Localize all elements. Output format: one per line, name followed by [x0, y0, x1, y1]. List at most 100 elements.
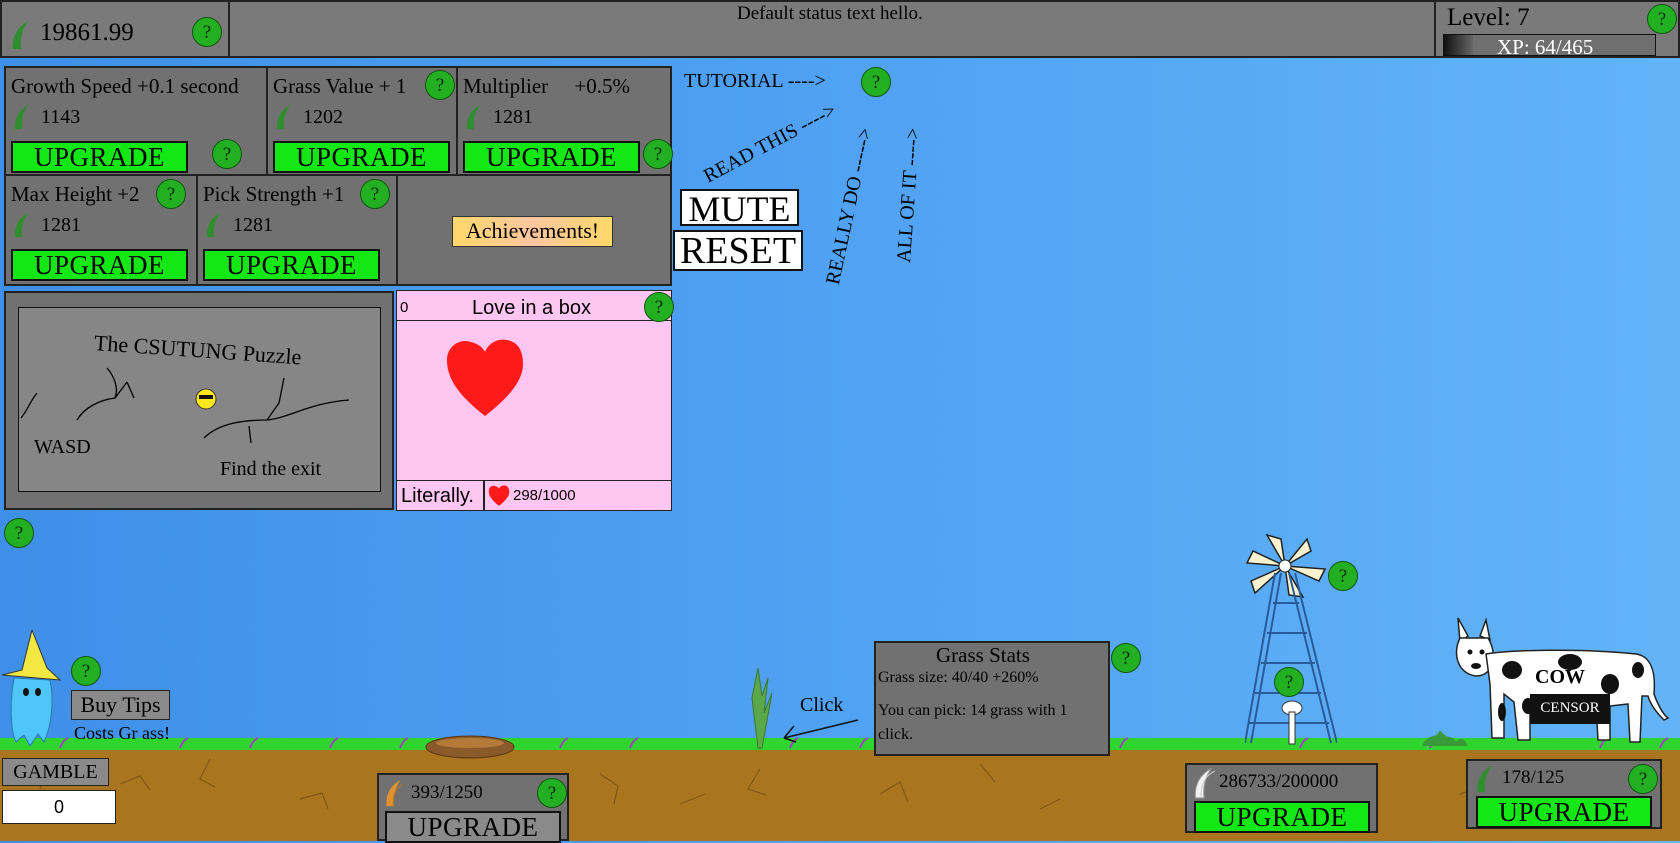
puzzle-controls: WASD [34, 436, 91, 458]
censor-bar: CENSOR [1530, 694, 1610, 724]
level-label: Level: 7 [1447, 4, 1530, 31]
love-divider [483, 481, 485, 510]
upgrade-multiplier: Multiplier +0.5% 1281 UPGRADE ? [458, 68, 673, 176]
help-button-love[interactable]: ? [644, 292, 674, 322]
mute-button[interactable]: MUTE [680, 189, 799, 227]
achievements-button[interactable]: Achievements! [452, 216, 613, 247]
love-count: 0 [400, 299, 409, 316]
tutorial-read-this: READ THIS ----> [700, 99, 840, 188]
upgrade-pick-strength-title: Pick Strength +1 [203, 182, 345, 206]
ground-cracks [29, 758, 1627, 810]
gamble-button[interactable]: GAMBLE [2, 758, 109, 786]
love-title: Love in a box [472, 297, 591, 319]
grass-leaf-icon [1477, 765, 1492, 793]
shop-right-upgrade-button[interactable]: UPGRADE [1476, 796, 1652, 828]
help-button-windmill[interactable]: ? [1328, 561, 1358, 591]
upgrade-pick-strength-cost: 1281 [233, 214, 273, 236]
grass-leaf-icon [466, 104, 481, 130]
upgrade-multiplier-title: Multiplier +0.5% [463, 74, 630, 98]
reset-button[interactable]: RESET [673, 230, 803, 271]
upgrade-growth-cost: 1143 [41, 106, 81, 128]
help-button-growth[interactable]: ? [212, 139, 242, 169]
level-panel: Level: 7 ? XP: 64/465 [1434, 0, 1680, 59]
love-header: 0 Love in a box [397, 291, 671, 321]
player-face-icon [195, 388, 217, 410]
upgrade-grid: Growth Speed +0.1 second 1143 UPGRADE ? … [4, 66, 673, 286]
xp-bar-fill [1444, 35, 1474, 55]
grass-stats-pick: You can pick: 14 grass with 1 click. [878, 702, 1068, 743]
shop-mid-progress: 286733/200000 [1219, 771, 1339, 792]
upgrade-grass-value: Grass Value + 1 ? 1202 UPGRADE [268, 68, 458, 176]
xp-label: XP: 64/465 [1497, 35, 1594, 59]
upgrade-max-height-button[interactable]: UPGRADE [11, 249, 188, 281]
xp-bar: XP: 64/465 [1443, 34, 1656, 59]
shop-mid-upgrade-button[interactable]: UPGRADE [1194, 801, 1370, 833]
click-arrow [783, 719, 859, 743]
upgrade-growth-title: Growth Speed +0.1 second [11, 74, 239, 98]
puzzle-panel: The CSUTUNG Puzzle WASD Find the exit [4, 291, 394, 510]
shop-left-upgrade-button[interactable]: UPGRADE [385, 811, 561, 843]
mud-puddle-icon [425, 735, 515, 759]
mushroom-icon[interactable] [1280, 700, 1304, 746]
tutorial-label: TUTORIAL ----> [684, 70, 826, 92]
grass-stats-size: Grass size: 40/40 +260% [878, 669, 1039, 686]
help-button-grass[interactable]: ? [192, 17, 222, 47]
white-grass-icon [1194, 767, 1215, 799]
bush-icon [1422, 730, 1468, 746]
shop-mid-panel: 286733/200000 UPGRADE [1185, 763, 1378, 833]
grass-leaf-icon [12, 21, 28, 49]
upgrade-pick-strength: Pick Strength +1 ? 1281 UPGRADE [198, 176, 398, 284]
shop-right-panel: 178/125 ? UPGRADE [1466, 759, 1662, 829]
heart-icon[interactable] [445, 338, 525, 420]
upgrade-pick-strength-button[interactable]: UPGRADE [203, 249, 380, 281]
wizard-character-icon[interactable] [2, 630, 66, 748]
grass-leaf-icon [14, 212, 29, 238]
love-progress: 298/1000 [513, 487, 576, 504]
shop-right-progress: 178/125 [1502, 767, 1565, 788]
help-button-left[interactable]: ? [4, 518, 34, 548]
puzzle-goal: Find the exit [220, 458, 322, 480]
tutorial-all-of-it: ALL OF IT ----> [893, 127, 925, 264]
help-button-level[interactable]: ? [1647, 4, 1677, 34]
help-button-tips[interactable]: ? [71, 656, 101, 686]
upgrade-multiplier-button[interactable]: UPGRADE [463, 141, 640, 173]
gamble-input[interactable]: 0 [2, 790, 116, 824]
upgrade-grass-value-cost: 1202 [303, 106, 343, 128]
shop-left-panel: 393/1250 ? UPGRADE [377, 773, 569, 843]
help-button-tutorial[interactable]: ? [861, 67, 891, 97]
help-button-pick-strength[interactable]: ? [360, 179, 390, 209]
help-button-shop-left[interactable]: ? [537, 778, 567, 808]
tips-cost-note: Costs Gr ass! [74, 723, 171, 743]
upgrade-grass-value-button[interactable]: UPGRADE [273, 141, 450, 173]
help-button-multiplier[interactable]: ? [643, 139, 673, 169]
shop-left-progress: 393/1250 [411, 782, 483, 803]
heart-small-icon [488, 485, 510, 506]
help-button-grass-value[interactable]: ? [425, 70, 455, 100]
upgrade-multiplier-cost: 1281 [493, 106, 533, 128]
grass-leaf-icon [206, 212, 221, 238]
grass-stats-panel: Grass Stats Grass size: 40/40 +260% You … [874, 641, 1110, 756]
help-button-shop-right[interactable]: ? [1628, 764, 1658, 794]
grass-total: 19861.99 [40, 19, 134, 46]
help-button-max-height[interactable]: ? [156, 179, 186, 209]
help-button-mushroom[interactable]: ? [1274, 667, 1304, 697]
grass-leaf-icon [14, 104, 29, 130]
status-bar: Default status text hello. [228, 0, 1436, 58]
upgrade-max-height-cost: 1281 [41, 214, 81, 236]
clickable-grass-icon[interactable] [742, 668, 774, 750]
cow-label: COW [1535, 666, 1585, 688]
buy-tips-button[interactable]: Buy Tips [71, 690, 170, 720]
status-text: Default status text hello. [737, 3, 923, 24]
grass-leaf-icon [276, 104, 291, 130]
upgrade-growth-speed: Growth Speed +0.1 second 1143 UPGRADE ? [6, 68, 268, 176]
puzzle-canvas[interactable]: The CSUTUNG Puzzle WASD Find the exit [18, 307, 381, 492]
help-button-grass-stats[interactable]: ? [1111, 643, 1141, 673]
tutorial-really-do: REALLY DO -----> [822, 125, 877, 287]
love-box: 0 Love in a box ? Literally. 298/1000 [396, 290, 674, 511]
love-footer: Literally. 298/1000 [397, 480, 671, 510]
love-caption: Literally. [401, 485, 474, 507]
upgrade-growth-button[interactable]: UPGRADE [11, 141, 188, 173]
upgrade-grass-value-title: Grass Value + 1 [273, 74, 407, 98]
upgrade-max-height-title: Max Height +2 [11, 182, 140, 206]
grass-stats-title: Grass Stats [936, 643, 1030, 667]
